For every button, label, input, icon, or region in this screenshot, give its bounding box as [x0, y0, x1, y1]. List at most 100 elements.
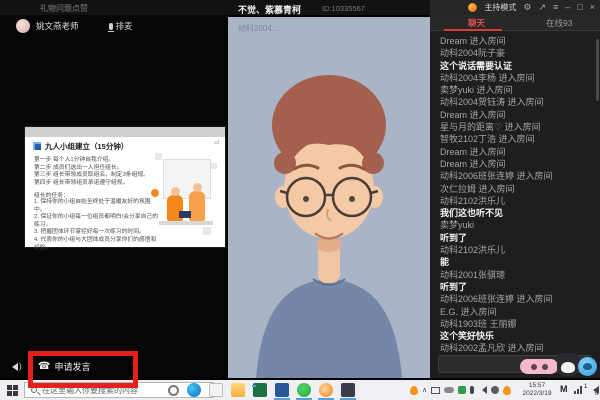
chat-message-line: 动科2004贺钰涛 进入房间: [440, 96, 592, 108]
ime-language-indicator[interactable]: M: [560, 384, 568, 394]
chat-message-line: 听到了: [440, 232, 592, 244]
chat-message-line: E.G. 进入房间: [440, 306, 592, 318]
chat-message-line: 动科2002孟凡欣 进入房间: [440, 342, 592, 353]
stage-user-label: 动科2004...: [238, 23, 278, 34]
volume-badge: 6: [595, 391, 598, 397]
slide-task-list: 1. 保持你的小组自始至终处于温暖友好的氛围中。2. 保证你的小组每一位组员都明…: [34, 199, 162, 252]
system-tray: ∧: [410, 383, 511, 397]
active-tab-underline: [444, 29, 502, 31]
gear-icon[interactable]: ⚙: [523, 0, 531, 15]
mail-icon[interactable]: [209, 383, 223, 397]
tab-online[interactable]: 在线93: [546, 17, 572, 29]
speaker-icon: [8, 363, 18, 371]
chat-message-line: 听到了: [440, 281, 592, 293]
word-icon[interactable]: [275, 383, 289, 397]
ime-blue-icon[interactable]: [578, 357, 597, 376]
chat-message-line: 卖梦yuki 进入房间: [440, 84, 592, 96]
chat-message-line: 动科2006班张连婷 进入房间: [440, 293, 592, 305]
slide-task-line: 4. 代表你的小组与大团体成员分享你们的感悟和经验。: [34, 237, 162, 252]
room-id: ID:10335567: [322, 4, 365, 13]
search-icon: [31, 387, 37, 393]
gear-icon[interactable]: [491, 386, 499, 394]
file-explorer-icon[interactable]: [231, 383, 245, 397]
slide-illustration: [153, 153, 219, 241]
raise-hand-button[interactable]: ☎ 申请发言: [38, 360, 90, 373]
chat-tab-bar: 聊天 在线93: [430, 15, 600, 31]
network-icon[interactable]: [574, 386, 584, 394]
chat-message-line: 这个笑好快乐: [440, 330, 592, 342]
slide-logo: ul: [214, 140, 219, 146]
chat-message-line: 动科2006班张连婷 进入房间: [440, 170, 592, 182]
clock-date: 2022/3/19: [518, 390, 556, 398]
slide-step-line: 第四步 组长带领组员承诺遵守组规。: [34, 180, 156, 188]
network-badge: 1: [584, 384, 587, 390]
slide-title: 九人小组建立（15分钟）: [45, 141, 128, 152]
cortana-icon[interactable]: [168, 385, 179, 396]
illustration-desk: [159, 221, 213, 225]
flame-icon[interactable]: [410, 386, 418, 395]
slide-steps: 第一步 每个人1分钟自我介绍。第二步 成员们选出一人担任组长。第三步 组长带领成…: [34, 157, 156, 187]
microphone-icon[interactable]: [470, 386, 474, 394]
room-title: 不觉、紫慕青柯: [238, 3, 301, 16]
search-placeholder: 在这里输入你要搜索的内容: [42, 385, 138, 396]
microphone-icon: [109, 23, 113, 30]
room-tabs[interactable]: 礼物问题点赞: [40, 3, 88, 14]
share-icon[interactable]: ↗: [538, 0, 546, 15]
illustration-badge-icon: [149, 187, 161, 199]
presenter-name: 姚文燕老师: [36, 20, 79, 32]
excel-icon[interactable]: [253, 383, 267, 397]
green-app-icon[interactable]: [458, 386, 466, 394]
tab-chat[interactable]: 聊天: [468, 17, 485, 29]
chat-message-line: Dream 进入房间: [440, 109, 592, 121]
chat-message-line: 动科2102洪乐儿: [440, 195, 592, 207]
presenter-avatar[interactable]: [16, 19, 30, 33]
close-button[interactable]: ×: [590, 0, 595, 15]
display-icon[interactable]: [431, 387, 440, 394]
start-button[interactable]: [7, 385, 18, 396]
chat-message-line: Dream 进入房间: [440, 146, 592, 158]
ime-cat-icon[interactable]: [557, 353, 579, 376]
chevron-up-icon[interactable]: ∧: [422, 386, 427, 395]
presentation-slide: 九人小组建立（15分钟） ul 第一步 每个人1分钟自我介绍。第二步 成员们选出…: [25, 127, 225, 247]
chat-message-line: 我们这也听不见: [440, 207, 592, 219]
speaker-icon[interactable]: [478, 386, 487, 394]
cartoon-avatar: [228, 17, 430, 378]
video-area: 姚文燕老师 排麦 九人小组建立（15分钟） ul 第一步 每个人1分钟自我介绍。…: [0, 15, 228, 378]
chat-message-line: 动科2102洪乐儿: [440, 244, 592, 256]
chat-panel: 聊天 在线93 Dream 进入房间动科2004阮子豪这个说话需要认证动科200…: [430, 15, 600, 378]
flame-icon-2[interactable]: [503, 386, 511, 395]
mic-queue-label: 排麦: [116, 20, 133, 32]
phone-icon: ☎: [38, 361, 50, 372]
chat-message-line: 动科1903班 王丽娜: [440, 318, 592, 330]
app-window: 礼物问题点赞 不觉、紫慕青柯 ID:10335567 主持模式 ⚙↗≡–□× 姚…: [0, 0, 600, 400]
studio-app-icon[interactable]: [341, 383, 355, 397]
edge-icon[interactable]: [187, 383, 201, 397]
mic-queue-button[interactable]: 排麦: [109, 20, 133, 32]
maximize-button[interactable]: □: [577, 0, 582, 15]
slide-title-marker-icon: [33, 142, 41, 150]
slide-task-heading: 组长的任务：: [34, 190, 69, 199]
chat-message-line: 能: [440, 256, 592, 268]
chat-message-line: 智牧2102丁浩 进入房间: [440, 133, 592, 145]
chat-message-line: 动科2004李杨 进入房间: [440, 72, 592, 84]
window-controls: 主持模式 ⚙↗≡–□×: [468, 0, 595, 15]
title-bar: 礼物问题点赞 不觉、紫慕青柯 ID:10335567 主持模式 ⚙↗≡–□×: [0, 0, 600, 15]
slide-task-line: 1. 保持你的小组自始至终处于温暖友好的氛围中。: [34, 199, 162, 214]
chat-message-line: Dream 进入房间: [440, 158, 592, 170]
slide-top-strip: [25, 127, 225, 137]
slide-step-line: 第一步 每个人1分钟自我介绍。: [34, 157, 156, 165]
cloud-icon[interactable]: [444, 387, 454, 393]
menu-icon[interactable]: ≡: [553, 0, 558, 15]
ime-toolbar[interactable]: [520, 359, 558, 374]
app-logo-icon: [468, 3, 477, 12]
minimize-button[interactable]: –: [565, 0, 570, 15]
lizhi-app-icon[interactable]: [319, 383, 333, 397]
chat-message-line: 卖梦yuki: [440, 219, 592, 231]
chat-scrollbar[interactable]: [596, 39, 599, 101]
slide-task-line: 2. 保证你的小组每一位组员都明白/会分享自己的练习。: [34, 214, 162, 229]
wechat-icon[interactable]: [297, 383, 311, 397]
volume-button[interactable]: ): [8, 362, 22, 371]
taskbar-clock[interactable]: 15:57 2022/3/19: [518, 382, 556, 398]
clock-time: 15:57: [518, 382, 556, 390]
raise-hand-label: 申请发言: [54, 360, 90, 373]
